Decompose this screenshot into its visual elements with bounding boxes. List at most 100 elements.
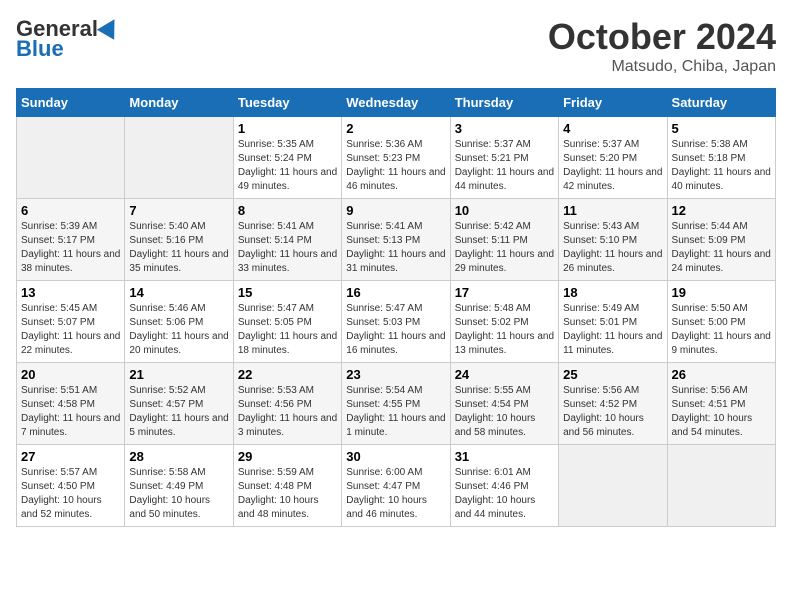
day-number: 12	[672, 203, 771, 218]
calendar-cell: 27Sunrise: 5:57 AM Sunset: 4:50 PM Dayli…	[17, 445, 125, 527]
day-info: Sunrise: 5:52 AM Sunset: 4:57 PM Dayligh…	[129, 384, 228, 440]
day-number: 18	[563, 285, 662, 300]
calendar-cell: 21 Sunrise: 5:52 AM Sunset: 4:57 PM Dayli…	[125, 363, 233, 445]
day-number: 22	[238, 367, 337, 382]
day-number: 2	[346, 121, 445, 136]
day-header-wednesday: Wednesday	[342, 89, 450, 117]
calendar-cell: 1 Sunrise: 5:35 AM Sunset: 5:24 PM Daylig…	[233, 117, 341, 199]
day-info: Sunrise: 5:37 AM Sunset: 5:20 PM Dayligh…	[563, 138, 662, 194]
day-info: Sunrise: 5:42 AM Sunset: 5:11 PM Dayligh…	[455, 220, 554, 276]
day-header-tuesday: Tuesday	[233, 89, 341, 117]
calendar-cell: 30 Sunrise: 6:00 AM Sunset: 4:47 PM Dayli…	[342, 445, 450, 527]
day-number: 20	[21, 367, 120, 382]
day-info: Sunrise: 5:56 AM Sunset: 4:52 PM Dayligh…	[563, 384, 662, 440]
day-info: Sunrise: 5:44 AM Sunset: 5:09 PM Dayligh…	[672, 220, 771, 276]
day-number: 26	[672, 367, 771, 382]
day-info: Sunrise: 5:46 AM Sunset: 5:06 PM Dayligh…	[129, 302, 228, 358]
days-header-row: SundayMondayTuesdayWednesdayThursdayFrid…	[17, 89, 776, 117]
day-info: Sunrise: 5:39 AM Sunset: 5:17 PM Dayligh…	[21, 220, 120, 276]
calendar-cell: 8Sunrise: 5:41 AM Sunset: 5:14 PM Daylig…	[233, 199, 341, 281]
day-number: 30	[346, 449, 445, 464]
calendar-cell: 24 Sunrise: 5:55 AM Sunset: 4:54 PM Dayli…	[450, 363, 558, 445]
day-number: 5	[672, 121, 771, 136]
calendar-cell: 11 Sunrise: 5:43 AM Sunset: 5:10 PM Dayli…	[559, 199, 667, 281]
day-number: 7	[129, 203, 228, 218]
day-info: Sunrise: 5:38 AM Sunset: 5:18 PM Dayligh…	[672, 138, 771, 194]
day-header-thursday: Thursday	[450, 89, 558, 117]
day-info: Sunrise: 5:56 AM Sunset: 4:51 PM Dayligh…	[672, 384, 771, 440]
day-info: Sunrise: 5:59 AM Sunset: 4:48 PM Dayligh…	[238, 466, 337, 522]
day-info: Sunrise: 5:53 AM Sunset: 4:56 PM Dayligh…	[238, 384, 337, 440]
day-info: Sunrise: 5:50 AM Sunset: 5:00 PM Dayligh…	[672, 302, 771, 358]
day-number: 14	[129, 285, 228, 300]
day-number: 11	[563, 203, 662, 218]
day-number: 24	[455, 367, 554, 382]
calendar-cell: 7 Sunrise: 5:40 AM Sunset: 5:16 PM Daylig…	[125, 199, 233, 281]
calendar-cell: 20 Sunrise: 5:51 AM Sunset: 4:58 PM Dayli…	[17, 363, 125, 445]
day-number: 8	[238, 203, 337, 218]
day-header-friday: Friday	[559, 89, 667, 117]
calendar-subtitle: Matsudo, Chiba, Japan	[548, 58, 776, 76]
day-info: Sunrise: 5:51 AM Sunset: 4:58 PM Dayligh…	[21, 384, 120, 440]
calendar-cell: 5 Sunrise: 5:38 AM Sunset: 5:18 PM Daylig…	[667, 117, 775, 199]
page-header: General Blue October 2024 Matsudo, Chiba…	[16, 16, 776, 76]
day-header-saturday: Saturday	[667, 89, 775, 117]
calendar-cell: 10 Sunrise: 5:42 AM Sunset: 5:11 PM Dayli…	[450, 199, 558, 281]
calendar-cell: 15 Sunrise: 5:47 AM Sunset: 5:05 PM Dayli…	[233, 281, 341, 363]
calendar-cell: 3 Sunrise: 5:37 AM Sunset: 5:21 PM Daylig…	[450, 117, 558, 199]
calendar-cell: 26 Sunrise: 5:56 AM Sunset: 4:51 PM Dayli…	[667, 363, 775, 445]
day-info: Sunrise: 5:57 AM Sunset: 4:50 PM Dayligh…	[21, 466, 120, 522]
day-number: 13	[21, 285, 120, 300]
day-number: 6	[21, 203, 120, 218]
calendar-cell: 18Sunrise: 5:49 AM Sunset: 5:01 PM Dayli…	[559, 281, 667, 363]
calendar-title: October 2024	[548, 16, 776, 58]
calendar-cell: 12 Sunrise: 5:44 AM Sunset: 5:09 PM Dayli…	[667, 199, 775, 281]
calendar-cell	[667, 445, 775, 527]
day-number: 16	[346, 285, 445, 300]
week-row-4: 20 Sunrise: 5:51 AM Sunset: 4:58 PM Dayli…	[17, 363, 776, 445]
day-header-sunday: Sunday	[17, 89, 125, 117]
day-info: Sunrise: 5:37 AM Sunset: 5:21 PM Dayligh…	[455, 138, 554, 194]
day-number: 17	[455, 285, 554, 300]
day-number: 10	[455, 203, 554, 218]
day-info: Sunrise: 5:41 AM Sunset: 5:13 PM Dayligh…	[346, 220, 445, 276]
day-info: Sunrise: 5:47 AM Sunset: 5:05 PM Dayligh…	[238, 302, 337, 358]
day-info: Sunrise: 5:55 AM Sunset: 4:54 PM Dayligh…	[455, 384, 554, 440]
calendar-cell: 14 Sunrise: 5:46 AM Sunset: 5:06 PM Dayli…	[125, 281, 233, 363]
calendar-cell: 4Sunrise: 5:37 AM Sunset: 5:20 PM Daylig…	[559, 117, 667, 199]
day-info: Sunrise: 5:58 AM Sunset: 4:49 PM Dayligh…	[129, 466, 228, 522]
calendar-cell: 25 Sunrise: 5:56 AM Sunset: 4:52 PM Dayli…	[559, 363, 667, 445]
day-number: 28	[129, 449, 228, 464]
title-section: October 2024 Matsudo, Chiba, Japan	[548, 16, 776, 76]
day-number: 21	[129, 367, 228, 382]
day-info: Sunrise: 5:47 AM Sunset: 5:03 PM Dayligh…	[346, 302, 445, 358]
day-number: 29	[238, 449, 337, 464]
day-number: 31	[455, 449, 554, 464]
day-number: 1	[238, 121, 337, 136]
calendar-body: 1 Sunrise: 5:35 AM Sunset: 5:24 PM Daylig…	[17, 117, 776, 527]
calendar-cell	[17, 117, 125, 199]
calendar-cell	[559, 445, 667, 527]
day-info: Sunrise: 5:35 AM Sunset: 5:24 PM Dayligh…	[238, 138, 337, 194]
day-number: 23	[346, 367, 445, 382]
day-info: Sunrise: 5:54 AM Sunset: 4:55 PM Dayligh…	[346, 384, 445, 440]
day-info: Sunrise: 6:00 AM Sunset: 4:47 PM Dayligh…	[346, 466, 445, 522]
day-number: 15	[238, 285, 337, 300]
day-info: Sunrise: 5:43 AM Sunset: 5:10 PM Dayligh…	[563, 220, 662, 276]
calendar-cell	[125, 117, 233, 199]
day-info: Sunrise: 5:45 AM Sunset: 5:07 PM Dayligh…	[21, 302, 120, 358]
day-info: Sunrise: 5:48 AM Sunset: 5:02 PM Dayligh…	[455, 302, 554, 358]
day-number: 9	[346, 203, 445, 218]
day-number: 25	[563, 367, 662, 382]
calendar-table: SundayMondayTuesdayWednesdayThursdayFrid…	[16, 88, 776, 527]
day-number: 19	[672, 285, 771, 300]
day-number: 3	[455, 121, 554, 136]
calendar-cell: 17 Sunrise: 5:48 AM Sunset: 5:02 PM Dayli…	[450, 281, 558, 363]
calendar-cell: 13 Sunrise: 5:45 AM Sunset: 5:07 PM Dayli…	[17, 281, 125, 363]
day-info: Sunrise: 6:01 AM Sunset: 4:46 PM Dayligh…	[455, 466, 554, 522]
week-row-1: 1 Sunrise: 5:35 AM Sunset: 5:24 PM Daylig…	[17, 117, 776, 199]
week-row-3: 13 Sunrise: 5:45 AM Sunset: 5:07 PM Dayli…	[17, 281, 776, 363]
day-info: Sunrise: 5:36 AM Sunset: 5:23 PM Dayligh…	[346, 138, 445, 194]
calendar-header: SundayMondayTuesdayWednesdayThursdayFrid…	[17, 89, 776, 117]
day-info: Sunrise: 5:40 AM Sunset: 5:16 PM Dayligh…	[129, 220, 228, 276]
